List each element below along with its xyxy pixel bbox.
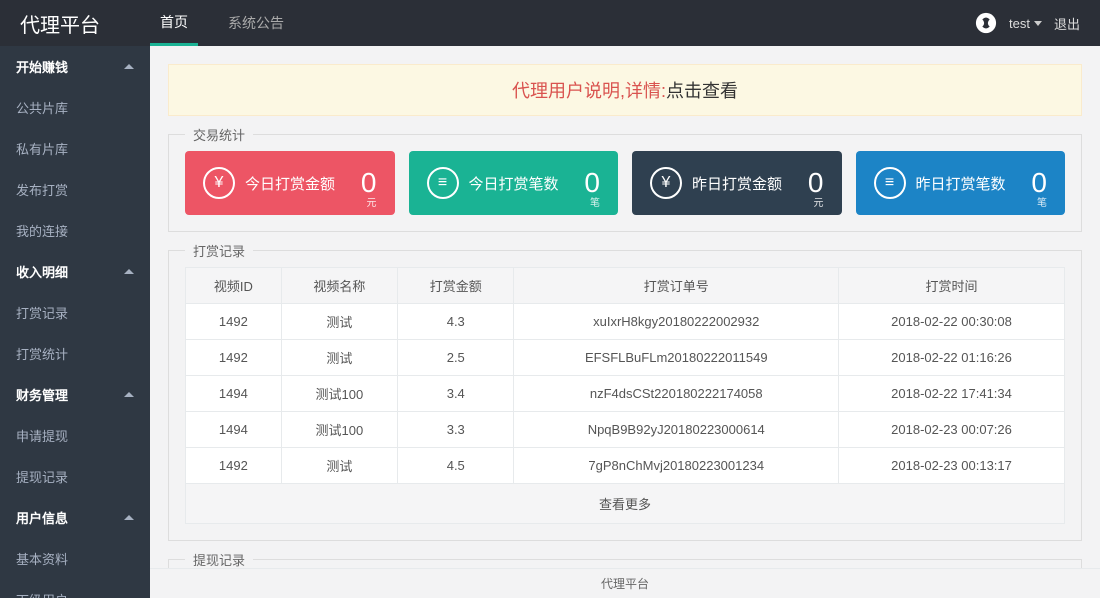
tab-announce[interactable]: 系统公告 <box>218 0 294 46</box>
sidebar-item[interactable]: 打赏统计 <box>0 333 150 374</box>
table-header: 打赏订单号 <box>514 268 839 304</box>
banner-text-black: 点击查看 <box>666 81 738 101</box>
sidebar-group[interactable]: 财务管理 <box>0 374 150 415</box>
topbar-right: test 退出 <box>975 12 1080 34</box>
table-cell: 1492 <box>186 340 282 376</box>
sidebar-item[interactable]: 提现记录 <box>0 456 150 497</box>
stat-label: 昨日打赏金额 <box>692 173 808 194</box>
stat-card: ¥今日打赏金额0元 <box>185 151 395 215</box>
stat-label: 今日打赏金额 <box>245 173 361 194</box>
table-cell: 测试 <box>281 304 397 340</box>
table-cell: 1492 <box>186 448 282 484</box>
brand-title: 代理平台 <box>20 9 150 38</box>
stats-fieldset: 交易统计 ¥今日打赏金额0元≡今日打赏笔数0笔¥昨日打赏金额0元≡昨日打赏笔数0… <box>168 134 1082 232</box>
sidebar-item[interactable]: 下级用户 <box>0 579 150 598</box>
stat-unit: 笔 <box>1037 194 1047 209</box>
user-menu[interactable]: test <box>1009 16 1042 31</box>
stat-unit: 元 <box>814 194 824 209</box>
sidebar-item[interactable]: 发布打赏 <box>0 169 150 210</box>
table-header: 视频ID <box>186 268 282 304</box>
records-fieldset: 打赏记录 视频ID视频名称打赏金额打赏订单号打赏时间 1492测试4.3xuIx… <box>168 250 1082 541</box>
stat-label: 昨日打赏笔数 <box>916 173 1032 194</box>
sidebar: 开始赚钱公共片库私有片库发布打赏我的连接收入明细打赏记录打赏统计财务管理申请提现… <box>0 46 150 598</box>
table-cell: 3.4 <box>398 376 514 412</box>
table-cell: 2018-02-23 00:07:26 <box>839 412 1065 448</box>
table-row: 1492测试2.5EFSFLBuFLm201802220115492018-02… <box>186 340 1065 376</box>
table-row: 1494测试1003.4nzF4dsCSt2201802221740582018… <box>186 376 1065 412</box>
stat-card: ≡昨日打赏笔数0笔 <box>856 151 1066 215</box>
stat-label: 今日打赏笔数 <box>469 173 585 194</box>
sidebar-group[interactable]: 收入明细 <box>0 251 150 292</box>
stat-icon: ¥ <box>650 167 682 199</box>
table-cell: 测试100 <box>281 412 397 448</box>
avatar-icon <box>975 12 997 34</box>
nav-tabs: 首页 系统公告 <box>150 0 294 46</box>
withdraw-legend: 提现记录 <box>185 550 253 569</box>
table-cell: 测试100 <box>281 376 397 412</box>
stat-unit: 笔 <box>590 194 600 209</box>
stat-card: ≡今日打赏笔数0笔 <box>409 151 619 215</box>
stat-icon: ≡ <box>427 167 459 199</box>
table-cell: 1494 <box>186 412 282 448</box>
table-header: 视频名称 <box>281 268 397 304</box>
table-cell: 3.3 <box>398 412 514 448</box>
table-header: 打赏时间 <box>839 268 1065 304</box>
stat-card: ¥昨日打赏金额0元 <box>632 151 842 215</box>
table-cell: EFSFLBuFLm20180222011549 <box>514 340 839 376</box>
sidebar-item[interactable]: 申请提现 <box>0 415 150 456</box>
topbar: 代理平台 首页 系统公告 test 退出 <box>0 0 1100 46</box>
stat-icon: ≡ <box>874 167 906 199</box>
stat-unit: 元 <box>367 194 377 209</box>
table-cell: 4.3 <box>398 304 514 340</box>
table-cell: 2018-02-23 00:13:17 <box>839 448 1065 484</box>
table-cell: 1494 <box>186 376 282 412</box>
table-row: 1492测试4.3xuIxrH8kgy201802220029322018-02… <box>186 304 1065 340</box>
chevron-up-icon <box>124 515 134 520</box>
main-content: 代理用户说明,详情:点击查看 交易统计 ¥今日打赏金额0元≡今日打赏笔数0笔¥昨… <box>150 46 1100 598</box>
stats-legend: 交易统计 <box>185 125 253 144</box>
table-row: 1492测试4.57gP8nChMvj201802230012342018-02… <box>186 448 1065 484</box>
footer: 代理平台 <box>150 568 1100 598</box>
tab-home[interactable]: 首页 <box>150 0 198 46</box>
sidebar-item[interactable]: 基本资料 <box>0 538 150 579</box>
sidebar-item[interactable]: 公共片库 <box>0 87 150 128</box>
table-header: 打赏金额 <box>398 268 514 304</box>
table-cell: 测试 <box>281 448 397 484</box>
table-cell: 2018-02-22 01:16:26 <box>839 340 1065 376</box>
logout-link[interactable]: 退出 <box>1054 14 1080 33</box>
table-row: 1494测试1003.3NpqB9B92yJ201802230006142018… <box>186 412 1065 448</box>
table-cell: 2.5 <box>398 340 514 376</box>
table-cell: 测试 <box>281 340 397 376</box>
user-name: test <box>1009 16 1030 31</box>
table-cell: 2018-02-22 00:30:08 <box>839 304 1065 340</box>
stat-icon: ¥ <box>203 167 235 199</box>
notice-banner[interactable]: 代理用户说明,详情:点击查看 <box>168 64 1082 116</box>
table-cell: 7gP8nChMvj20180223001234 <box>514 448 839 484</box>
banner-text-red: 代理用户说明,详情: <box>512 81 666 101</box>
sidebar-item[interactable]: 我的连接 <box>0 210 150 251</box>
table-cell: 2018-02-22 17:41:34 <box>839 376 1065 412</box>
chevron-down-icon <box>1034 21 1042 26</box>
see-more-button[interactable]: 查看更多 <box>185 484 1065 524</box>
chevron-up-icon <box>124 269 134 274</box>
sidebar-group[interactable]: 开始赚钱 <box>0 46 150 87</box>
sidebar-item[interactable]: 私有片库 <box>0 128 150 169</box>
records-legend: 打赏记录 <box>185 241 253 260</box>
table-cell: NpqB9B92yJ20180223000614 <box>514 412 839 448</box>
chevron-up-icon <box>124 64 134 69</box>
table-cell: xuIxrH8kgy20180222002932 <box>514 304 839 340</box>
sidebar-item[interactable]: 打赏记录 <box>0 292 150 333</box>
table-cell: 4.5 <box>398 448 514 484</box>
chevron-up-icon <box>124 392 134 397</box>
stats-row: ¥今日打赏金额0元≡今日打赏笔数0笔¥昨日打赏金额0元≡昨日打赏笔数0笔 <box>185 151 1065 215</box>
sidebar-group[interactable]: 用户信息 <box>0 497 150 538</box>
table-cell: nzF4dsCSt220180222174058 <box>514 376 839 412</box>
table-cell: 1492 <box>186 304 282 340</box>
records-table: 视频ID视频名称打赏金额打赏订单号打赏时间 1492测试4.3xuIxrH8kg… <box>185 267 1065 484</box>
